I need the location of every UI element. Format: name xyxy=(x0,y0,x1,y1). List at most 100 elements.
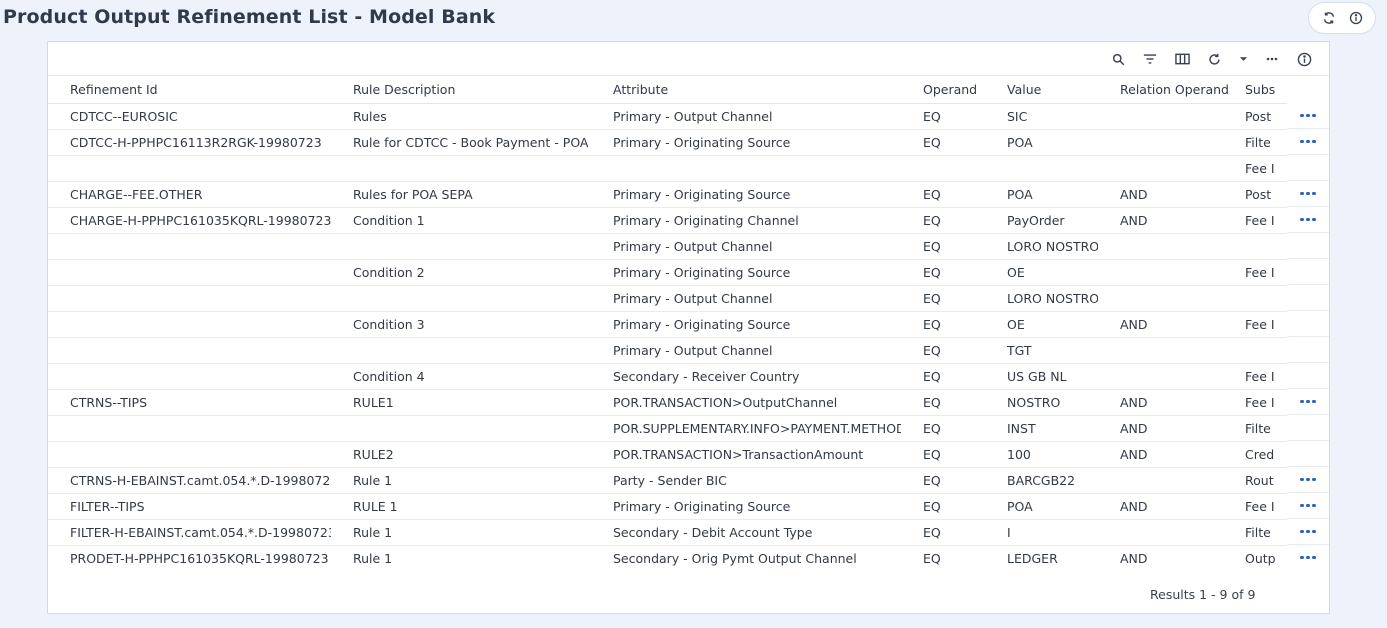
cell-operand: EQ xyxy=(901,207,985,234)
row-more-actions-icon[interactable] xyxy=(1300,139,1316,144)
table-row[interactable]: CHARGE-H-PPHPC161035KQRL-19980723 Conditi… xyxy=(48,207,1287,234)
cell-value: 100 xyxy=(985,441,1098,468)
cell-attribute xyxy=(591,155,901,182)
row-more-actions-icon[interactable] xyxy=(1300,217,1316,222)
cell-refinement-id: CTRNS--TIPS xyxy=(48,389,331,416)
columns-icon[interactable] xyxy=(1174,51,1190,67)
info-icon[interactable] xyxy=(1348,10,1364,26)
cell-relation-operand: AND xyxy=(1098,415,1237,442)
refresh-icon[interactable] xyxy=(1206,51,1222,67)
cell-attribute: Primary - Output Channel xyxy=(591,337,901,364)
cell-operand xyxy=(901,155,985,182)
table-row[interactable]: CTRNS--TIPS RULE1 POR.TRANSACTION>OutputCh… xyxy=(48,389,1287,416)
cell-relation-operand: AND xyxy=(1098,207,1237,234)
cell-relation-operand xyxy=(1098,363,1237,390)
table-row[interactable]: Condition 4 Secondary - Receiver Country E… xyxy=(48,363,1287,390)
table-row[interactable]: RULE2 POR.TRANSACTION>TransactionAmount EQ… xyxy=(48,441,1287,468)
cell-attribute: Primary - Output Channel xyxy=(591,285,901,312)
cell-value: POA xyxy=(985,493,1098,520)
table-row[interactable]: CTRNS-H-EBAINST.camt.054.*.D-19980723 Rul… xyxy=(48,467,1287,494)
row-actions-cell xyxy=(1287,103,1329,129)
cell-subs: Post xyxy=(1237,103,1287,130)
cell-attribute: POR.SUPPLEMENTARY.INFO>PAYMENT.METHOD xyxy=(591,415,901,442)
more-horizontal-icon[interactable] xyxy=(1264,51,1280,67)
cell-subs: Fee I xyxy=(1237,207,1287,234)
table-row[interactable]: Condition 3 Primary - Originating Source E… xyxy=(48,311,1287,338)
cell-operand: EQ xyxy=(901,415,985,442)
cell-rule-description: Condition 2 xyxy=(331,259,591,286)
cell-value: OE xyxy=(985,311,1098,338)
row-more-actions-icon[interactable] xyxy=(1300,477,1316,482)
cell-value: LEDGER xyxy=(985,545,1098,567)
table-row[interactable]: FILTER--TIPS RULE 1 Primary - Originating … xyxy=(48,493,1287,520)
cell-operand: EQ xyxy=(901,259,985,286)
column-header-rule-description[interactable]: Rule Description xyxy=(331,76,591,104)
cell-relation-operand: AND xyxy=(1098,441,1237,468)
search-icon[interactable] xyxy=(1110,51,1126,67)
row-more-actions-icon[interactable] xyxy=(1300,503,1316,508)
cell-refinement-id xyxy=(48,155,331,182)
cell-refinement-id xyxy=(48,233,331,260)
column-header-value[interactable]: Value xyxy=(985,76,1098,104)
cell-rule-description xyxy=(331,415,591,442)
cell-attribute: Secondary - Receiver Country xyxy=(591,363,901,390)
cell-relation-operand xyxy=(1098,337,1237,364)
cell-subs: Fee I xyxy=(1237,311,1287,338)
cell-attribute: Primary - Output Channel xyxy=(591,233,901,260)
cell-value: POA xyxy=(985,129,1098,156)
cell-subs: Fee I xyxy=(1237,389,1287,416)
row-more-actions-icon[interactable] xyxy=(1300,555,1316,560)
table-row[interactable]: CDTCC-H-PPHPC16113R2RGK-19980723 Rule for… xyxy=(48,129,1287,156)
row-actions-cell xyxy=(1287,285,1329,311)
row-more-actions-icon[interactable] xyxy=(1300,113,1316,118)
cell-refinement-id xyxy=(48,285,331,312)
cell-subs: Fee I xyxy=(1237,363,1287,390)
table-row[interactable]: POR.SUPPLEMENTARY.INFO>PAYMENT.METHOD EQ I… xyxy=(48,415,1287,442)
cell-operand: EQ xyxy=(901,363,985,390)
table-row[interactable]: Primary - Output Channel EQ LORO NOSTRO xyxy=(48,285,1287,312)
cell-operand: EQ xyxy=(901,129,985,156)
column-header-subs[interactable]: Subs xyxy=(1237,76,1287,104)
info-icon[interactable] xyxy=(1296,51,1312,67)
row-actions-cell xyxy=(1287,363,1329,389)
cell-attribute: POR.TRANSACTION>OutputChannel xyxy=(591,389,901,416)
cell-rule-description xyxy=(331,337,591,364)
table-row[interactable]: Primary - Output Channel EQ LORO NOSTRO xyxy=(48,233,1287,260)
row-actions-cell xyxy=(1287,441,1329,467)
cell-subs xyxy=(1237,233,1287,260)
column-header-attribute[interactable]: Attribute xyxy=(591,76,901,104)
table-row[interactable]: Fee I xyxy=(48,155,1287,182)
table-row[interactable]: Primary - Output Channel EQ TGT xyxy=(48,337,1287,364)
row-actions-cell xyxy=(1287,181,1329,207)
cell-operand: EQ xyxy=(901,441,985,468)
sync-icon[interactable] xyxy=(1321,10,1337,26)
column-header-relation-operand[interactable]: Relation Operand xyxy=(1098,76,1237,104)
table-row[interactable]: FILTER-H-EBAINST.camt.054.*.D-19980723 Ru… xyxy=(48,519,1287,546)
table-row[interactable]: PRODET-H-PPHPC161035KQRL-19980723 Rule 1S… xyxy=(48,545,1287,567)
cell-operand: EQ xyxy=(901,467,985,494)
cell-relation-operand xyxy=(1098,259,1237,286)
row-more-actions-icon[interactable] xyxy=(1300,529,1316,534)
cell-value: LORO NOSTRO xyxy=(985,285,1098,312)
cell-value: NOSTRO xyxy=(985,389,1098,416)
table-row[interactable]: Condition 2 Primary - Originating Source E… xyxy=(48,259,1287,286)
cell-operand: EQ xyxy=(901,181,985,208)
column-header-operand[interactable]: Operand xyxy=(901,76,985,104)
cell-refinement-id: CHARGE--FEE.OTHER xyxy=(48,181,331,208)
dropdown-caret-icon[interactable] xyxy=(1235,51,1251,67)
cell-attribute: Primary - Originating Source xyxy=(591,259,901,286)
cell-operand: EQ xyxy=(901,389,985,416)
table-row[interactable]: CHARGE--FEE.OTHER Rules for POA SEPA Prima… xyxy=(48,181,1287,208)
row-more-actions-icon[interactable] xyxy=(1300,191,1316,196)
filter-icon[interactable] xyxy=(1142,51,1158,67)
row-actions-cell xyxy=(1287,155,1329,181)
table-row[interactable]: CDTCC--EUROSIC Rules Primary - Output Chan… xyxy=(48,103,1287,130)
cell-value: PayOrder xyxy=(985,207,1098,234)
table-header-row: Refinement Id Rule Description Attribute… xyxy=(48,76,1287,104)
cell-subs xyxy=(1237,285,1287,312)
column-header-refinement-id[interactable]: Refinement Id xyxy=(48,76,331,104)
cell-relation-operand xyxy=(1098,285,1237,312)
cell-relation-operand xyxy=(1098,129,1237,156)
row-more-actions-icon[interactable] xyxy=(1300,399,1316,404)
row-actions-cell xyxy=(1287,129,1329,155)
